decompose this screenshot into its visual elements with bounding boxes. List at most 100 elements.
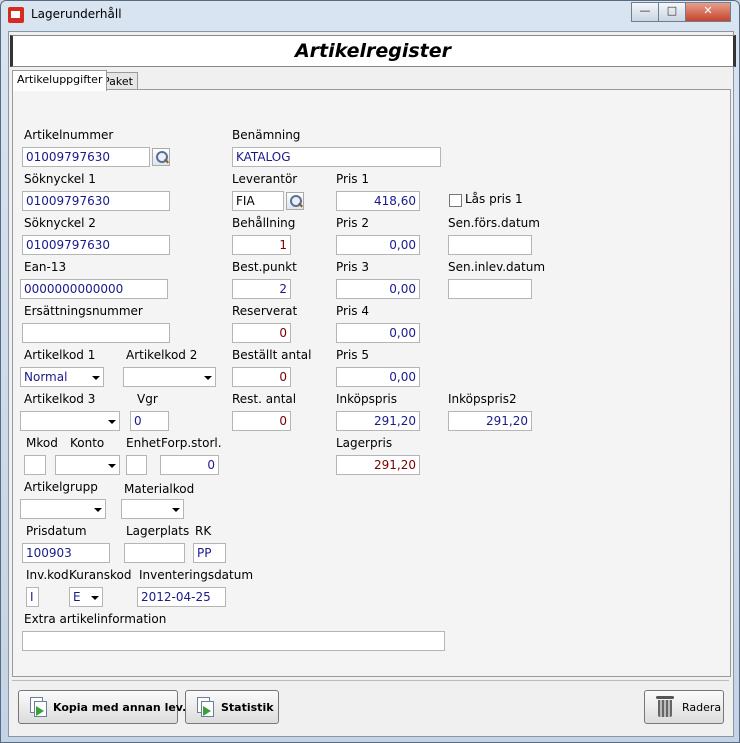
bestallt-antal-field[interactable]: 0	[232, 367, 291, 387]
inkopspris-label: Inköpspris	[336, 392, 398, 406]
mkod-field[interactable]	[24, 455, 46, 475]
mkod-label: Mkod	[26, 436, 58, 450]
artikelkod1-select[interactable]: Normal	[20, 367, 104, 387]
lagerpris-field[interactable]: 291,20	[336, 455, 420, 475]
window-title: Lagerunderhåll	[31, 7, 122, 21]
prisdatum-field[interactable]: 100903	[22, 543, 110, 563]
konto-select[interactable]	[55, 455, 120, 475]
kuranskod-select[interactable]: E	[69, 587, 103, 607]
pris3-field[interactable]: 0,00	[336, 279, 420, 299]
benamning-field[interactable]: KATALOG	[232, 147, 441, 167]
soknyckel1-label: Söknyckel 1	[24, 172, 96, 186]
chevron-down-icon	[94, 508, 102, 512]
pris2-field[interactable]: 0,00	[336, 235, 420, 255]
enhet-label: Enhet	[126, 436, 161, 450]
best-punkt-field[interactable]: 2	[232, 279, 291, 299]
pris5-label: Pris 5	[336, 348, 369, 362]
extra-info-field[interactable]	[22, 631, 445, 651]
enhet-field[interactable]	[126, 455, 147, 475]
copy-icon	[197, 697, 215, 717]
chevron-down-icon	[108, 420, 116, 424]
behallning-label: Behållning	[232, 216, 296, 230]
chevron-down-icon	[204, 376, 212, 380]
artikelkod1-label: Artikelkod 1	[24, 348, 96, 362]
app-window: Lagerunderhåll — □ ✕ Artikelregister Art…	[0, 0, 740, 743]
lagerplats-field[interactable]	[124, 543, 185, 563]
las-pris1-checkbox[interactable]	[449, 194, 462, 207]
inkopspris-field[interactable]: 291,20	[336, 411, 420, 431]
rk-field[interactable]: PP	[193, 543, 226, 563]
pris1-field[interactable]: 418,60	[336, 191, 420, 211]
vgr-field[interactable]: 0	[130, 411, 169, 431]
inv-kod-label: Inv.kod.	[26, 568, 73, 582]
sen-fors-datum-field[interactable]	[448, 235, 532, 255]
ersattningsnummer-label: Ersättningsnummer	[24, 304, 143, 318]
soknyckel1-field[interactable]: 01009797630	[22, 191, 170, 211]
las-pris1-label: Lås pris 1	[465, 192, 523, 206]
leverantor-field[interactable]: FIA	[232, 191, 284, 211]
inv-kod-field[interactable]: I	[26, 587, 39, 607]
forp-storl-field[interactable]: 0	[160, 455, 219, 475]
chevron-down-icon	[91, 596, 99, 600]
pris4-label: Pris 4	[336, 304, 369, 318]
maximize-icon[interactable]: □	[658, 2, 686, 22]
konto-label: Konto	[70, 436, 105, 450]
soknyckel2-field[interactable]: 01009797630	[22, 235, 170, 255]
lagerplats-label: Lagerplats	[126, 524, 190, 538]
bestallt-antal-label: Beställt antal	[232, 348, 312, 362]
reserverat-field[interactable]: 0	[232, 323, 291, 343]
client-area: Artikelregister Artikeluppgifter Paket A…	[8, 31, 736, 737]
kopia-button[interactable]: Kopia med annan lev.	[18, 690, 186, 724]
inkopspris2-label: Inköpspris2	[448, 392, 517, 406]
materialkod-select[interactable]	[121, 499, 184, 519]
kuranskod-value: E	[73, 590, 81, 604]
tab-label: Paket	[103, 75, 133, 88]
rest-antal-field[interactable]: 0	[232, 411, 291, 431]
artikelkod3-select[interactable]	[20, 411, 120, 431]
inkopspris2-field[interactable]: 291,20	[448, 411, 532, 431]
benamning-label: Benämning	[232, 128, 301, 142]
leverantor-label: Leverantör	[232, 172, 298, 186]
rk-label: RK	[195, 524, 212, 538]
title-bar: Lagerunderhåll — □ ✕	[1, 1, 739, 29]
ean13-field[interactable]: 0000000000000	[20, 279, 168, 299]
kuranskod-label: Kuranskod	[69, 568, 132, 582]
forp-storl-label: Forp.storl.	[161, 436, 222, 450]
ersattningsnummer-field[interactable]	[22, 323, 170, 343]
page-title: Artikelregister	[294, 40, 452, 62]
artikelnummer-label: Artikelnummer	[24, 128, 114, 142]
statistik-button[interactable]: Statistik	[185, 690, 279, 724]
behallning-field[interactable]: 1	[232, 235, 291, 255]
artikelkod2-select[interactable]	[123, 367, 216, 387]
tab-label: Artikeluppgifter	[17, 73, 103, 86]
radera-button[interactable]: Radera	[644, 690, 724, 724]
extra-info-label: Extra artikelinformation	[24, 612, 167, 626]
minimize-icon[interactable]: —	[631, 2, 659, 22]
search-icon[interactable]	[286, 192, 304, 210]
trash-icon	[656, 696, 674, 718]
best-punkt-label: Best.punkt	[232, 260, 297, 274]
tab-panel: Artikelnummer 01009797630 Benämning KATA…	[12, 89, 731, 677]
tab-artikeluppgifter[interactable]: Artikeluppgifter	[12, 70, 108, 91]
sen-inlev-datum-field[interactable]	[448, 279, 532, 299]
copy-icon	[30, 697, 48, 717]
artikelnummer-field[interactable]: 01009797630	[22, 147, 150, 167]
artikelkod2-label: Artikelkod 2	[126, 348, 198, 362]
artikelgrupp-label: Artikelgrupp	[24, 480, 98, 494]
header-bar: Artikelregister	[10, 35, 736, 67]
app-icon	[8, 7, 24, 23]
pris3-label: Pris 3	[336, 260, 369, 274]
inventeringsdatum-label: Inventeringsdatum	[139, 568, 254, 582]
pris5-field[interactable]: 0,00	[336, 367, 420, 387]
chevron-down-icon	[92, 376, 100, 380]
chevron-down-icon	[108, 464, 116, 468]
pris4-field[interactable]: 0,00	[336, 323, 420, 343]
search-icon[interactable]	[152, 148, 170, 166]
pris1-label: Pris 1	[336, 172, 369, 186]
radera-label: Radera	[682, 701, 722, 714]
close-icon[interactable]: ✕	[685, 2, 731, 22]
statistik-label: Statistik	[221, 701, 274, 714]
kopia-label: Kopia med annan lev.	[53, 701, 187, 714]
inventeringsdatum-field[interactable]: 2012-04-25	[137, 587, 226, 607]
artikelgrupp-select[interactable]	[20, 499, 106, 519]
